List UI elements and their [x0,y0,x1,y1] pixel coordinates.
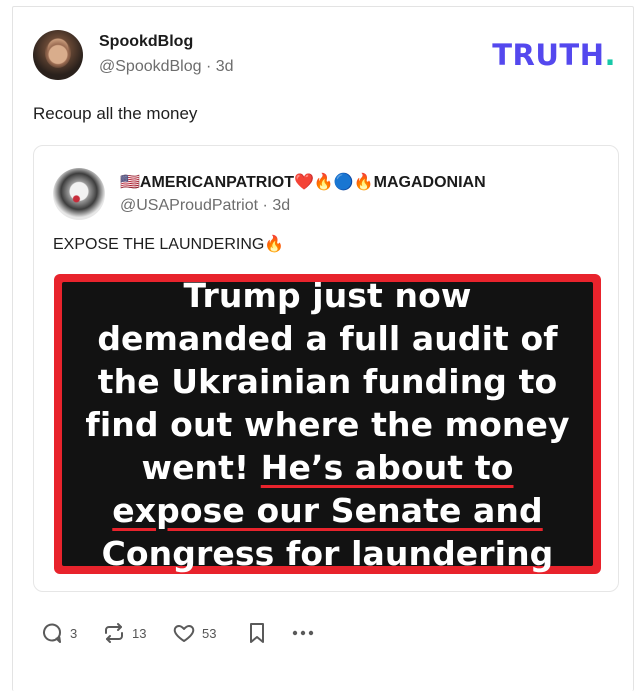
reply-icon [43,623,61,643]
reply-button[interactable]: 3 [40,620,77,646]
more-button[interactable] [290,620,316,646]
separator: · [262,197,273,214]
author-handle[interactable]: @SpookdBlog [99,58,202,75]
quoted-author-name[interactable]: 🇺🇸AMERICANPATRIOT❤️🔥🔵🔥MAGADONIAN [120,172,486,192]
heart-icon [173,625,195,642]
reply-count: 3 [70,625,78,641]
author-handle-line: @SpookdBlog · 3d [99,58,234,76]
quoted-author-handle[interactable]: @USAProudPatriot [120,197,258,214]
avatar[interactable] [33,30,83,80]
bookmark-button[interactable] [246,620,268,646]
like-count: 53 [202,625,217,641]
quoted-avatar[interactable] [53,168,105,220]
quoted-handle-line: @USAProudPatriot · 3d [120,197,290,215]
truth-logo: TRUTH. [492,38,616,72]
author-name[interactable]: SpookdBlog [99,33,193,51]
post-age: 3d [215,58,234,75]
image-caption: Trump just now demanded a full audit of … [80,274,575,575]
quoted-post[interactable]: 🇺🇸AMERICANPATRIOT❤️🔥🔵🔥MAGADONIAN @USAPro… [33,145,619,592]
post-text: Recoup all the money [33,104,198,123]
image-content: Trump just now demanded a full audit of … [62,276,593,573]
more-icon [292,630,314,636]
post-header: SpookdBlog @SpookdBlog · 3d TRUTH. [33,30,623,82]
retruth-icon [105,623,123,643]
brand-dot: . [604,38,616,72]
action-bar: 3 13 53 [40,620,340,646]
brand-name: TRUTH [492,38,605,72]
quoted-post-text: EXPOSE THE LAUNDERING🔥 [53,236,285,253]
like-button[interactable]: 53 [172,620,216,646]
retruth-count: 13 [132,625,147,641]
bookmark-icon [250,623,264,643]
quoted-post-age: 3d [272,197,291,214]
separator: · [205,58,216,75]
quoted-post-image[interactable]: Trump just now demanded a full audit of … [54,274,601,574]
retruth-button[interactable]: 13 [102,620,146,646]
